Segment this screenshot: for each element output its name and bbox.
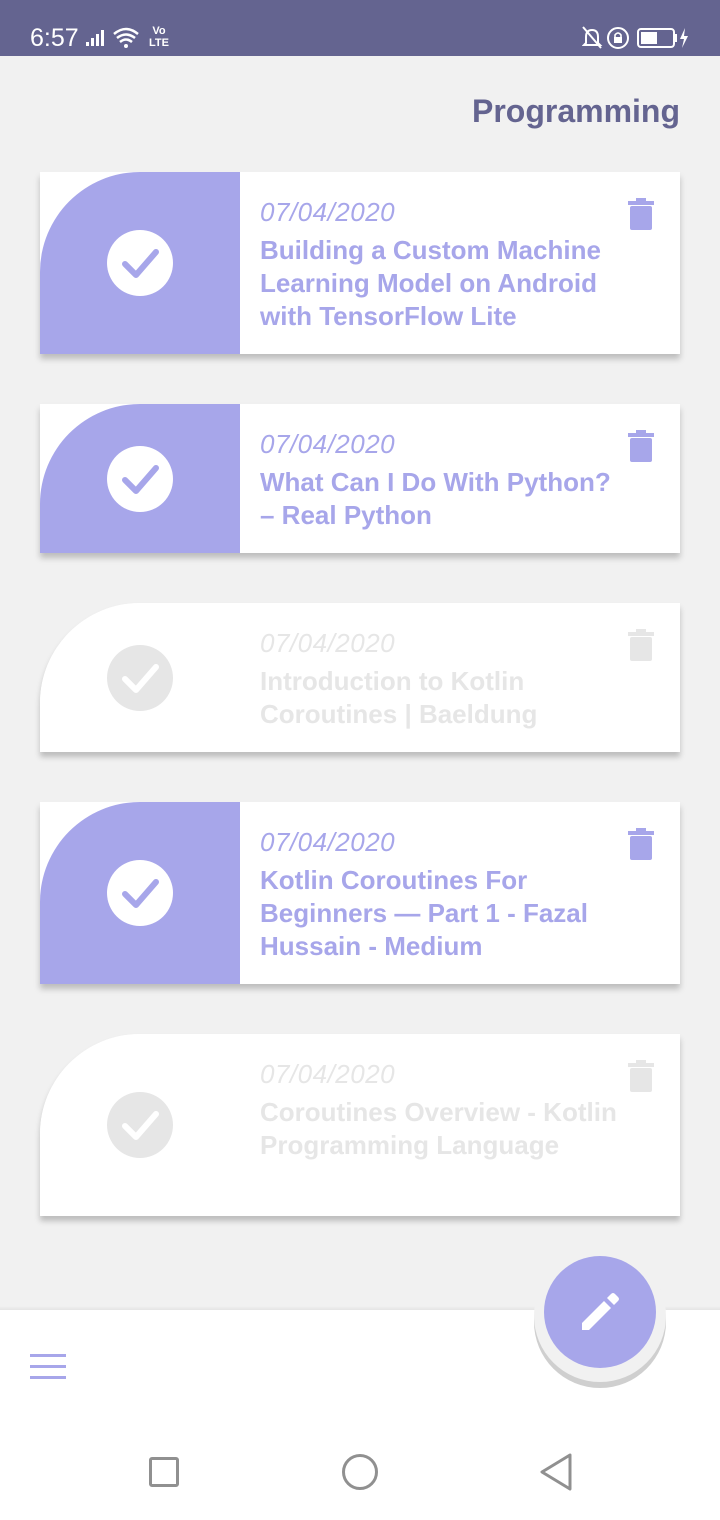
back-icon[interactable] bbox=[538, 1452, 574, 1492]
battery-icon bbox=[637, 28, 688, 48]
card-date: 07/04/2020 bbox=[260, 429, 396, 459]
task-card[interactable]: 07/04/2020 What Can I Do With Python? – … bbox=[40, 404, 680, 553]
hamburger-menu-icon[interactable] bbox=[30, 1354, 66, 1380]
card-body[interactable]: 07/04/2020 Introduction to Kotlin Corout… bbox=[260, 629, 620, 731]
lock-rotation-icon bbox=[607, 27, 629, 49]
status-bar: 6:57 Vo LTE bbox=[0, 0, 720, 56]
page-title: Programming bbox=[471, 93, 680, 129]
recents-icon[interactable] bbox=[149, 1457, 179, 1487]
card-body[interactable]: 07/04/2020 Building a Custom Machine Lea… bbox=[260, 198, 620, 333]
card-status-area[interactable] bbox=[40, 404, 240, 553]
app-screen: 6:57 Vo LTE Programming 07/04/2020 Build… bbox=[0, 0, 720, 1520]
status-right-icons bbox=[581, 26, 692, 55]
home-icon[interactable] bbox=[342, 1454, 378, 1490]
check-icon[interactable] bbox=[107, 1092, 173, 1158]
card-body[interactable]: 07/04/2020 What Can I Do With Python? – … bbox=[260, 430, 620, 532]
card-status-area[interactable] bbox=[40, 802, 240, 984]
trash-icon[interactable] bbox=[628, 198, 654, 230]
check-icon[interactable] bbox=[107, 445, 173, 512]
card-date: 07/04/2020 bbox=[260, 628, 396, 658]
trash-icon[interactable] bbox=[628, 828, 654, 860]
card-date: 07/04/2020 bbox=[260, 1059, 396, 1089]
card-title: Introduction to Kotlin Coroutines | Bael… bbox=[260, 666, 538, 729]
check-icon[interactable] bbox=[107, 644, 173, 711]
card-date: 07/04/2020 bbox=[260, 197, 396, 227]
check-icon[interactable] bbox=[107, 230, 173, 296]
task-card[interactable]: 07/04/2020 Introduction to Kotlin Corout… bbox=[40, 603, 680, 752]
card-body[interactable]: 07/04/2020 Kotlin Coroutines For Beginne… bbox=[260, 828, 620, 963]
card-date: 07/04/2020 bbox=[260, 827, 396, 857]
signal-icon bbox=[86, 26, 142, 53]
task-card[interactable]: 07/04/2020 Building a Custom Machine Lea… bbox=[40, 172, 680, 354]
card-status-area[interactable] bbox=[40, 172, 240, 354]
add-note-fab[interactable] bbox=[544, 1256, 656, 1368]
volte-icon: Vo LTE bbox=[149, 25, 169, 49]
mute-bell-icon bbox=[581, 26, 603, 49]
trash-icon[interactable] bbox=[628, 1060, 654, 1092]
card-title: Kotlin Coroutines For Beginners — Part 1… bbox=[260, 865, 588, 961]
status-time: 6:57 bbox=[30, 24, 79, 52]
card-body[interactable]: 07/04/2020 Coroutines Overview - Kotlin … bbox=[260, 1060, 620, 1162]
card-status-area[interactable] bbox=[40, 1034, 240, 1216]
card-title: Coroutines Overview - Kotlin Programming… bbox=[260, 1097, 617, 1160]
trash-icon[interactable] bbox=[628, 430, 654, 462]
trash-icon[interactable] bbox=[628, 629, 654, 661]
card-status-area[interactable] bbox=[40, 603, 240, 752]
check-icon[interactable] bbox=[107, 860, 173, 926]
task-card[interactable]: 07/04/2020 Kotlin Coroutines For Beginne… bbox=[40, 802, 680, 984]
card-title: What Can I Do With Python? – Real Python bbox=[260, 467, 611, 530]
task-card[interactable]: 07/04/2020 Coroutines Overview - Kotlin … bbox=[40, 1034, 680, 1216]
pencil-icon bbox=[582, 1293, 619, 1330]
card-title: Building a Custom Machine Learning Model… bbox=[260, 235, 601, 331]
